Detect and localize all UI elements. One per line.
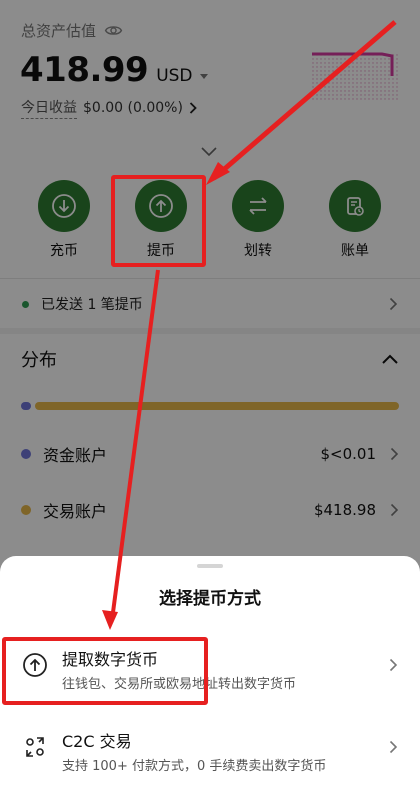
option-c2c-trade[interactable]: C2C 交易 支持 100+ 付款方式，0 手续费卖出数字货币 (0, 728, 420, 776)
sheet-handle[interactable] (197, 564, 223, 568)
chevron-right-icon (389, 740, 398, 754)
c2c-exchange-icon (26, 737, 44, 757)
highlight-withdraw-box (111, 175, 206, 267)
chevron-right-icon (389, 658, 398, 672)
sheet-title: 选择提币方式 (159, 589, 261, 609)
option-title: C2C 交易 (62, 732, 132, 751)
option-text: C2C 交易 支持 100+ 付款方式，0 手续费卖出数字货币 (62, 728, 379, 776)
option-desc: 支持 100+ 付款方式，0 手续费卖出数字货币 (62, 759, 327, 774)
highlight-option-box (2, 637, 208, 705)
